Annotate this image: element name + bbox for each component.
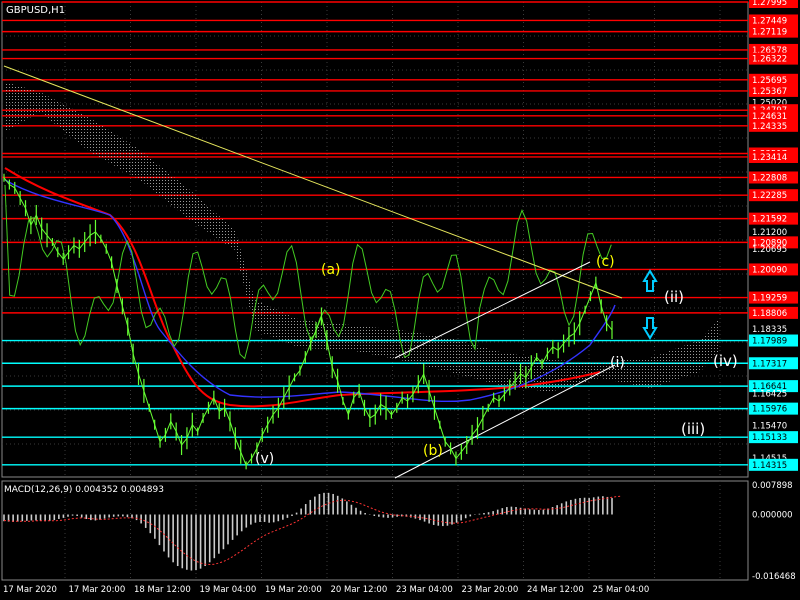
price-tick-label: 1.18335: [752, 325, 787, 335]
time-tick-label: 19 Mar 20:00: [265, 585, 322, 595]
time-tick-label: 23 Mar 20:00: [462, 585, 519, 595]
price-tick-label: 1.24335: [752, 122, 787, 132]
time-tick-label: 25 Mar 04:00: [593, 585, 650, 595]
macd-tick-label: 0.007898: [752, 481, 793, 491]
time-tick-label: 19 Mar 04:00: [200, 585, 257, 595]
time-tick-label: 23 Mar 04:00: [396, 585, 453, 595]
time-tick-label: 17 Mar 20:00: [69, 585, 126, 595]
macd-tick-label: 0.000000: [752, 510, 793, 520]
time-tick-label: 20 Mar 12:00: [331, 585, 388, 595]
price-tick-label: 1.15470: [752, 422, 787, 432]
wave-label-c: (c): [596, 254, 615, 270]
price-tick-label: 1.17989: [752, 337, 787, 347]
chart-title: GBPUSD,H1: [6, 5, 65, 16]
wave-label-b: (b): [423, 443, 443, 459]
wave-label-ii: (ii): [664, 288, 684, 306]
price-tick-label: 1.26322: [752, 55, 787, 65]
time-tick-label: 24 Mar 12:00: [527, 585, 584, 595]
price-tick-label: 1.15133: [752, 433, 787, 443]
price-tick-label: 1.27995: [752, 0, 787, 8]
price-tick-label: 1.14315: [752, 461, 787, 471]
wave-label-v: (v): [255, 451, 274, 467]
price-tick-label: 1.20695: [752, 245, 787, 255]
price-tick-label: 1.19259: [752, 294, 787, 304]
wave-label-i: (i): [610, 355, 625, 371]
macd-tick-label: -0.016468: [752, 572, 796, 582]
wave-label-a: (a): [321, 262, 341, 278]
price-tick-label: 1.25367: [752, 87, 787, 97]
price-tick-label: 1.17317: [752, 359, 787, 369]
price-tick-label: 1.23414: [752, 153, 787, 163]
price-tick-label: 1.20090: [752, 265, 787, 275]
macd-label: MACD(12,26,9) 0.004352 0.004893: [4, 485, 164, 495]
wave-label-iv: (iv): [713, 352, 738, 370]
time-tick-label: 17 Mar 2020: [3, 585, 57, 595]
price-tick-label: 1.15976: [752, 405, 787, 415]
price-tick-label: 1.22808: [752, 173, 787, 183]
price-tick-label: 1.25695: [752, 76, 787, 86]
price-tick-label: 1.18806: [752, 309, 787, 319]
price-tick-label: 1.21592: [752, 215, 787, 225]
price-tick-label: 1.16425: [752, 389, 787, 399]
price-tick-label: 1.27449: [752, 16, 787, 26]
time-tick-label: 18 Mar 12:00: [134, 585, 191, 595]
price-tick-label: 1.27119: [752, 28, 787, 38]
trading-chart[interactable]: 1.279951.274491.271191.265781.262311.263…: [0, 0, 800, 600]
price-tick-label: 1.22285: [752, 191, 787, 201]
wave-label-iii: (iii): [681, 420, 705, 438]
